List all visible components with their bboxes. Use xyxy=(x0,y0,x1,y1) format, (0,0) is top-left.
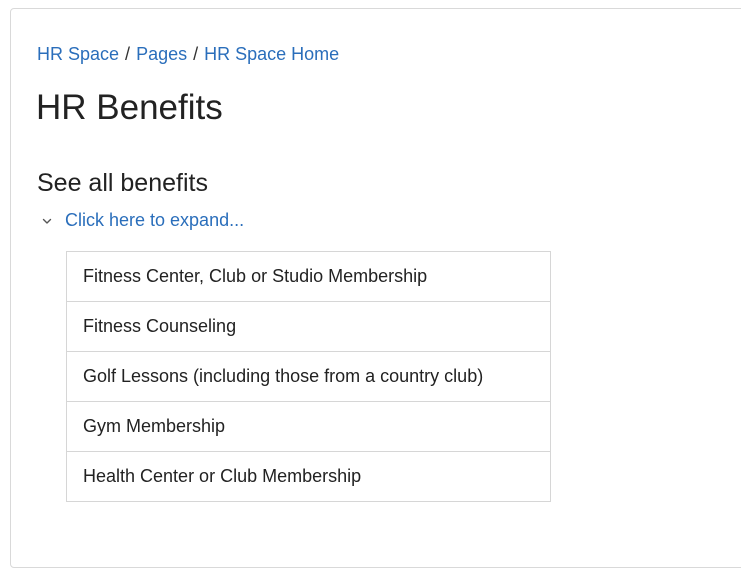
breadcrumb-link-hr-space-home[interactable]: HR Space Home xyxy=(204,44,339,64)
benefits-table: Fitness Center, Club or Studio Membershi… xyxy=(66,251,551,502)
table-cell: Health Center or Club Membership xyxy=(66,451,551,502)
expand-toggle[interactable]: Click here to expand... xyxy=(41,210,244,231)
section-heading: See all benefits xyxy=(37,169,208,197)
table-row: Fitness Counseling xyxy=(66,301,551,352)
page-title: HR Benefits xyxy=(36,88,223,127)
table-cell: Gym Membership xyxy=(66,401,551,452)
expand-link[interactable]: Click here to expand... xyxy=(65,210,244,231)
breadcrumb-link-pages[interactable]: Pages xyxy=(136,44,187,64)
breadcrumb-separator: / xyxy=(193,44,199,64)
breadcrumb: HR Space / Pages / HR Space Home xyxy=(37,44,339,65)
table-row: Gym Membership xyxy=(66,401,551,452)
table-row: Health Center or Club Membership xyxy=(66,451,551,502)
breadcrumb-link-hr-space[interactable]: HR Space xyxy=(37,44,119,64)
breadcrumb-separator: / xyxy=(125,44,131,64)
table-cell: Fitness Counseling xyxy=(66,301,551,352)
table-cell: Golf Lessons (including those from a cou… xyxy=(66,351,551,402)
table-cell: Fitness Center, Club or Studio Membershi… xyxy=(83,266,428,286)
chevron-down-icon xyxy=(41,215,53,227)
table-row: Fitness Center, Club or Studio Membershi… xyxy=(67,252,551,302)
table-row: Golf Lessons (including those from a cou… xyxy=(66,351,551,402)
